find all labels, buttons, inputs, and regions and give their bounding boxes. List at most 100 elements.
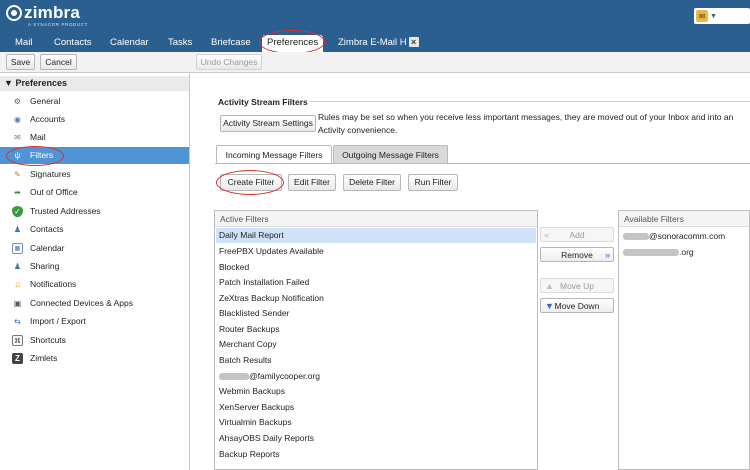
create-filter-button[interactable]: Create Filter [220, 174, 282, 191]
remove-button[interactable]: Remove » [540, 247, 614, 262]
move-up-button[interactable]: ▲ Move Up [540, 278, 614, 293]
list-item[interactable]: .org [620, 245, 750, 260]
sidebar-item-label: Signatures [30, 169, 71, 179]
close-icon[interactable]: × [408, 37, 419, 47]
app-tab-bar: Mail Contacts Calendar Tasks Briefcase P… [0, 33, 750, 52]
sidebar-item-label: Connected Devices & Apps [30, 298, 134, 308]
sidebar-item-calendar[interactable]: ▦ Calendar [0, 240, 189, 257]
move-down-button-label: Move Down [554, 301, 600, 311]
sidebar-item-signatures[interactable]: ✎ Signatures [0, 166, 189, 183]
sidebar-item-label: Shortcuts [30, 335, 66, 345]
bell-icon: ♫ [14, 280, 21, 289]
section-divider [310, 101, 750, 102]
collapse-arrow-icon[interactable]: ▼ [4, 78, 13, 88]
shield-check-icon: ✓ [12, 206, 23, 217]
run-filter-button[interactable]: Run Filter [408, 174, 458, 191]
move-down-button[interactable]: ▼ Move Down [540, 298, 614, 313]
list-item[interactable]: @sonoracomm.com [620, 229, 750, 244]
sidebar-item-label: Import / Export [30, 316, 86, 326]
list-item[interactable]: Webmin Backups [216, 384, 536, 399]
list-item[interactable]: XenServer Backups [216, 400, 536, 415]
subtab-divider [215, 163, 750, 164]
list-item[interactable]: Blocked [216, 260, 536, 275]
search-icon[interactable]: ✉ [696, 10, 708, 22]
cancel-button[interactable]: Cancel [40, 54, 77, 70]
zimlets-icon: Z [12, 353, 23, 364]
sidebar-item-zimlets[interactable]: Z Zimlets [0, 350, 189, 367]
sidebar-item-trusted-addresses[interactable]: ✓ Trusted Addresses [0, 203, 189, 220]
tab-calendar[interactable]: Calendar [105, 35, 154, 52]
sharing-icon: ♟ [13, 262, 22, 271]
tab-mail[interactable]: Mail [10, 35, 37, 52]
activity-stream-settings-button[interactable]: Activity Stream Settings [220, 115, 316, 132]
zimbra-logo-icon [6, 5, 22, 21]
edit-filter-button[interactable]: Edit Filter [288, 174, 336, 191]
active-filters-list[interactable]: Active Filters Daily Mail Report FreePBX… [214, 210, 538, 470]
available-filters-list[interactable]: Available Filters @sonoracomm.com .org [618, 210, 750, 470]
double-left-arrow-icon: « [544, 230, 550, 240]
tab-contacts[interactable]: Contacts [49, 35, 97, 52]
sidebar-item-general[interactable]: ⚙ General [0, 93, 189, 110]
signature-icon: ✎ [14, 170, 21, 179]
sidebar-item-filters[interactable]: ψ Filters [0, 147, 189, 164]
add-button[interactable]: « Add [540, 227, 614, 242]
activity-stream-title: Activity Stream Filters [218, 97, 308, 107]
list-item[interactable]: ZeXtras Backup Notification [216, 291, 536, 306]
active-filters-header: Active Filters [215, 211, 537, 227]
sidebar-item-mail[interactable]: ✉ Mail [0, 129, 189, 146]
tab-tasks[interactable]: Tasks [163, 35, 197, 52]
list-item[interactable]: Daily Mail Report [216, 228, 536, 243]
sidebar-item-connected-devices[interactable]: ▣ Connected Devices & Apps [0, 295, 189, 312]
list-item[interactable]: Patch Installation Failed [216, 275, 536, 290]
sidebar-item-label: Notifications [30, 279, 77, 289]
list-item-label: @sonoracomm.com [649, 231, 726, 241]
sidebar-item-out-of-office[interactable]: ➦ Out of Office [0, 184, 189, 201]
sidebar-item-notifications[interactable]: ♫ Notifications [0, 276, 189, 293]
sidebar-item-import-export[interactable]: ⇆ Import / Export [0, 313, 189, 330]
gear-icon: ⚙ [13, 97, 22, 106]
double-right-arrow-icon: » [604, 250, 610, 260]
calendar-icon: ▦ [12, 243, 23, 254]
delete-filter-button[interactable]: Delete Filter [343, 174, 401, 191]
list-item[interactable]: FreePBX Updates Available [216, 244, 536, 259]
list-item[interactable]: AhsayOBS Daily Reports [216, 431, 536, 446]
tab-preferences[interactable]: Preferences [262, 35, 324, 52]
tab-incoming-message-filters[interactable]: Incoming Message Filters [216, 145, 332, 164]
list-item[interactable]: Virtualmin Backups [216, 415, 536, 430]
list-item-label: @familycooper.org [249, 371, 320, 381]
sidebar-item-label: General [30, 96, 61, 106]
list-item[interactable]: Backup Reports [216, 447, 536, 462]
sidebar-item-contacts[interactable]: ♟ Contacts [0, 221, 189, 238]
sidebar-item-shortcuts[interactable]: ⌘ Shortcuts [0, 332, 189, 349]
down-arrow-icon: ▼ [545, 301, 554, 311]
list-item[interactable]: Blacklisted Sender [216, 306, 536, 321]
obscured-text [623, 233, 649, 240]
save-button[interactable]: Save [6, 54, 35, 70]
list-item[interactable]: Batch Results [216, 353, 536, 368]
sidebar-item-sharing[interactable]: ♟ Sharing [0, 258, 189, 275]
logo-text: zimbra [24, 3, 80, 22]
sidebar-header[interactable]: ▼ Preferences [0, 76, 189, 91]
search-box[interactable]: ✉ ▼ [694, 8, 750, 24]
mail-icon: ✉ [14, 133, 21, 142]
zimbra-logo[interactable]: zimbra A SYNACOR PRODUCT [6, 3, 87, 27]
up-arrow-icon: ▲ [545, 281, 554, 291]
tab-zimbra-email[interactable]: Zimbra E-Mail H × [333, 35, 424, 52]
list-item[interactable]: @familycooper.org [216, 369, 536, 384]
accounts-icon: ◉ [14, 115, 21, 124]
chevron-down-icon[interactable]: ▼ [710, 13, 717, 20]
tab-briefcase[interactable]: Briefcase [206, 35, 256, 52]
sidebar-header-label: Preferences [15, 78, 67, 88]
import-export-icon: ⇆ [14, 317, 21, 326]
tab-zimbra-email-label: Zimbra E-Mail H [338, 37, 407, 48]
logo-subtitle: A SYNACOR PRODUCT [28, 22, 88, 27]
sidebar-item-label: Out of Office [30, 187, 78, 197]
list-item[interactable]: Merchant Copy [216, 337, 536, 352]
undo-changes-button[interactable]: Undo Changes [196, 54, 262, 70]
sidebar-item-label: Sharing [30, 261, 60, 271]
tab-outgoing-message-filters[interactable]: Outgoing Message Filters [333, 145, 448, 164]
activity-stream-description: Rules may be set so when you receive les… [318, 112, 734, 135]
toolbar: Save Cancel Undo Changes [0, 52, 750, 73]
sidebar-item-accounts[interactable]: ◉ Accounts [0, 111, 189, 128]
list-item[interactable]: Router Backups [216, 322, 536, 337]
